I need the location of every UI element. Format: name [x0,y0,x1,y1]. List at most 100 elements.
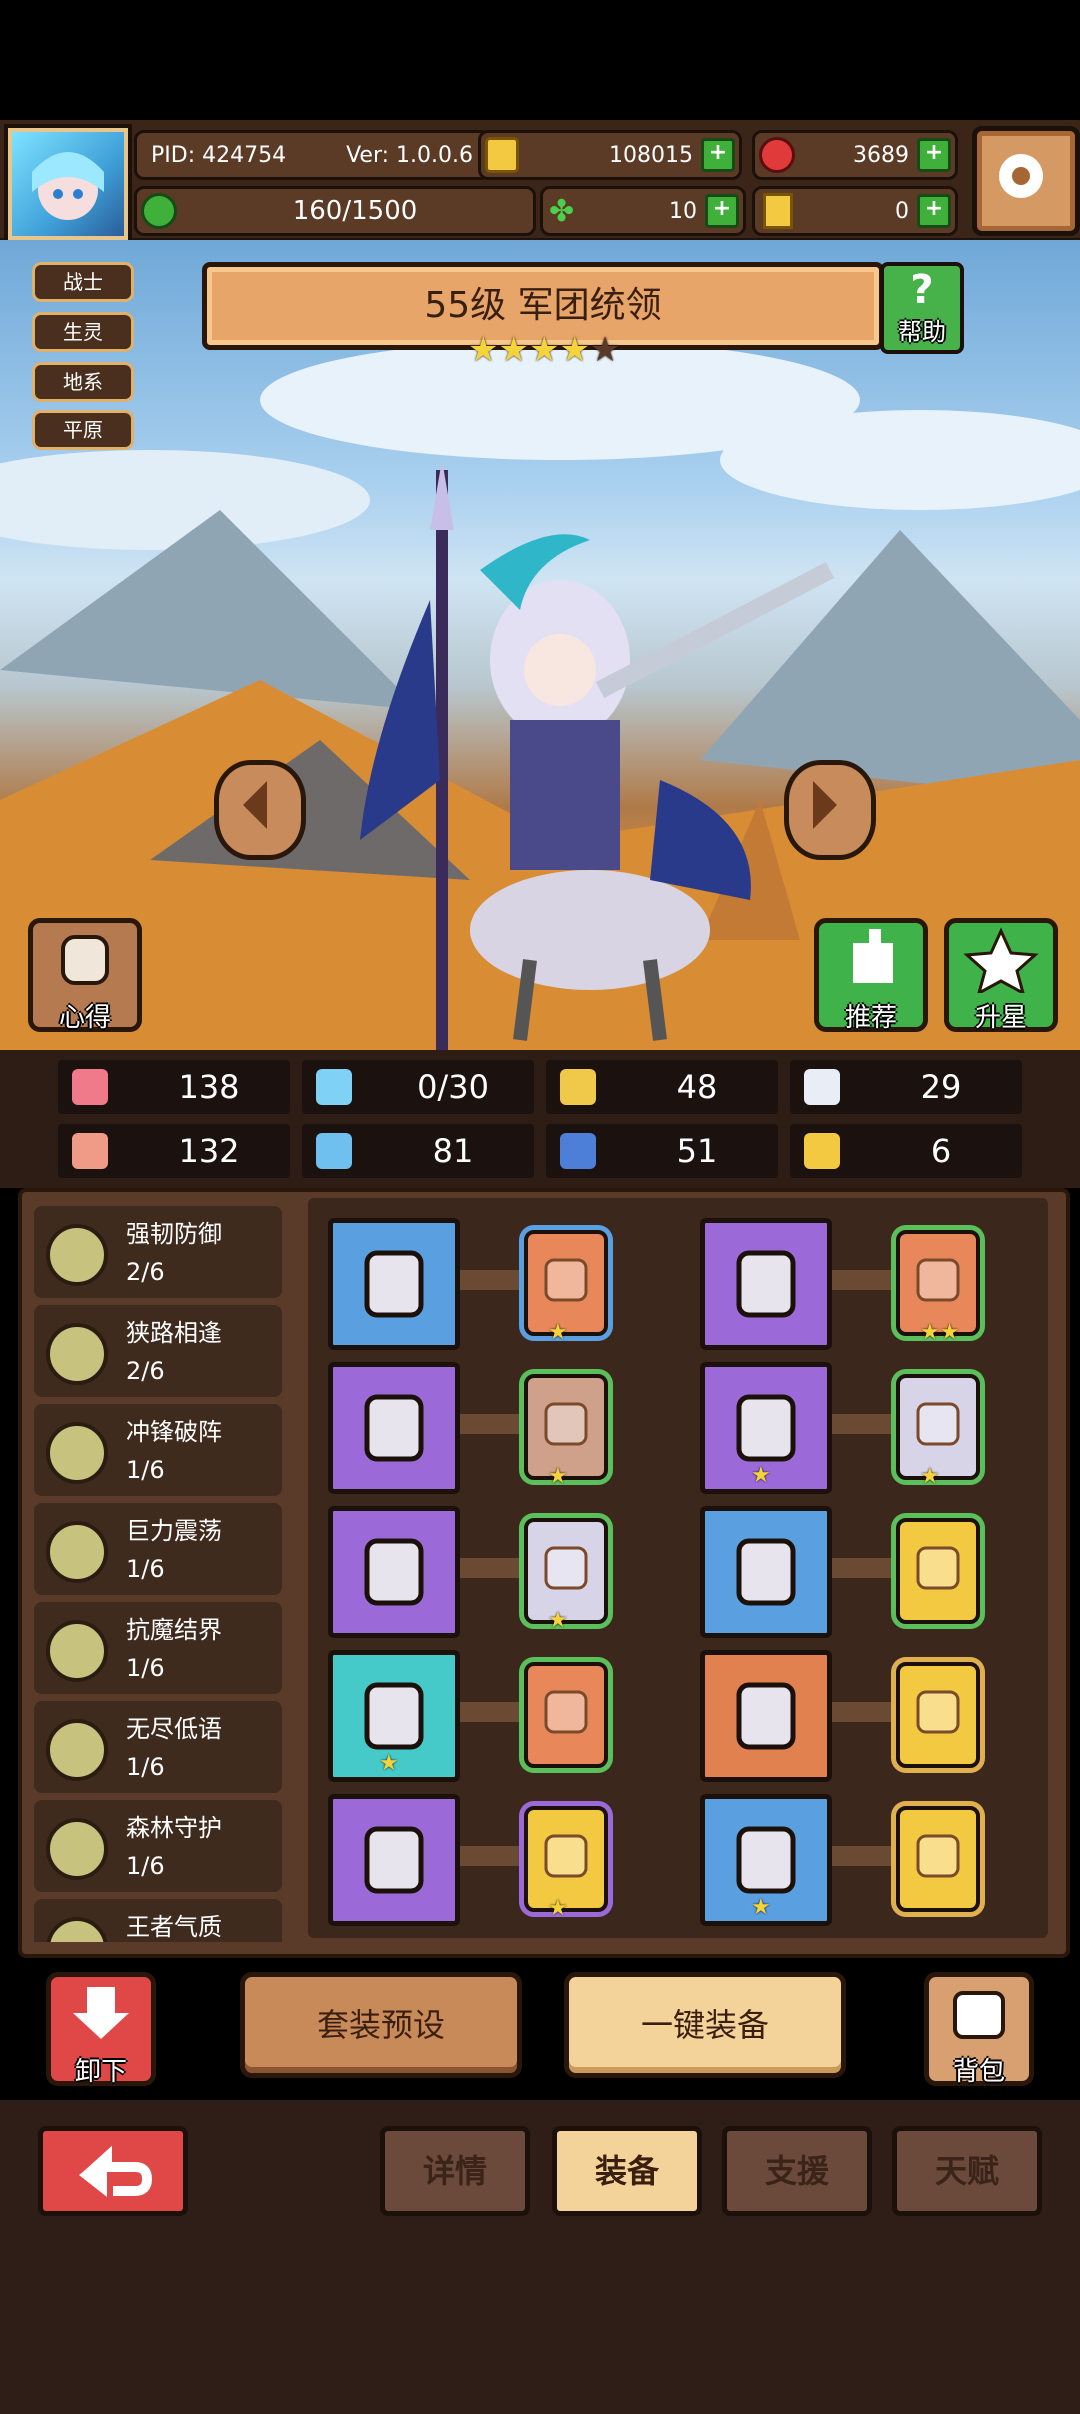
arrow-down-icon [73,1987,129,2039]
set-name: 王者气质 [126,1913,222,1941]
upgrade-star-button[interactable]: 升星 [944,918,1058,1033]
set-bonus-item[interactable]: 冲锋破阵 1/6 [34,1404,282,1496]
unequip-button[interactable]: 卸下 [46,1972,156,2087]
slot-connector [832,1558,904,1578]
equipment-slot[interactable] [700,1218,832,1350]
water-drop-icon [316,1069,352,1105]
equipment-slot[interactable]: ★ [700,1362,832,1494]
stat-value: 138 [178,1068,240,1106]
set-bonus-item[interactable]: 巨力震荡 1/6 [34,1503,282,1595]
preset-button[interactable]: 套装预设 [240,1972,522,2078]
set-bonus-list[interactable]: 强韧防御 2/6 狭路相逢 2/6 冲锋破阵 1/6 巨力震荡 1/6 抗魔结界 1/6 无尽低语 1… [34,1206,296,1942]
stat-value: 48 [676,1068,718,1106]
recommend-label: 推荐 [844,1003,897,1033]
gold-counter: 108015 + [478,130,742,180]
sword-icon [364,1250,424,1318]
hero-empty-star: ★ [589,330,621,370]
stat-scroll: 51 [546,1124,778,1178]
equipment-slot[interactable] [328,1506,460,1638]
next-hero-arrow[interactable] [784,760,876,860]
recommend-button[interactable]: 推荐 [814,918,928,1033]
set-bonus-item[interactable]: 强韧防御 2/6 [34,1206,282,1298]
set-emblem-icon [46,1422,108,1484]
set-bonus-item[interactable]: 森林守护 1/6 [34,1800,282,1892]
back-button[interactable] [38,2126,188,2216]
rune-card-slot[interactable] [896,1518,980,1624]
item-stars: ★ [751,1463,771,1488]
rune-card-slot[interactable]: ★★ [896,1230,980,1345]
hero-star-rating: ★★★★★ [468,330,620,370]
help-button[interactable]: ? 帮助 [880,262,964,354]
set-emblem-icon [46,1323,108,1385]
rune-card-slot[interactable]: ★ [524,1230,608,1345]
equipment-slot[interactable] [328,1794,460,1926]
rune-card-slot[interactable]: ★ [524,1374,608,1489]
rune-card-slot[interactable]: ★ [524,1806,608,1921]
set-bonus-item[interactable]: 狭路相逢 2/6 [34,1305,282,1397]
set-emblem-icon [46,1917,108,1942]
equipment-slot[interactable]: ★ [328,1650,460,1782]
equipment-slot[interactable] [700,1650,832,1782]
bag-button[interactable]: 背包 [924,1972,1034,2087]
rune-card-slot[interactable] [896,1806,980,1912]
clover-icon: ✤ [549,193,575,229]
stat-value: 29 [920,1068,962,1106]
equipment-slot[interactable]: ★ [700,1794,832,1926]
backpack-icon [953,1991,1005,2039]
clover-value: 10 [669,198,697,224]
set-bonus-item[interactable]: 无尽低语 1/6 [34,1701,282,1793]
rune-card-slot[interactable]: ★ [896,1374,980,1489]
bag-label: 背包 [952,2057,1005,2087]
tag-terrain: 平原 [32,410,134,450]
slot-connector [460,1558,532,1578]
stat-heart: 138 [58,1060,290,1114]
prev-hero-arrow[interactable] [214,760,306,860]
tab-details[interactable]: 详情 [380,2126,530,2216]
key-value: 0 [895,198,909,224]
add-clover-button[interactable]: + [705,194,739,228]
tab-support[interactable]: 支援 [722,2126,872,2216]
settings-button[interactable] [972,126,1080,236]
rune-card-slot[interactable] [896,1662,980,1768]
equipment-slot[interactable] [700,1506,832,1638]
set-bonus-item[interactable]: 抗魔结界 1/6 [34,1602,282,1694]
player-avatar[interactable] [8,128,128,240]
notes-button[interactable]: 心得 [28,918,142,1033]
equipment-slot[interactable] [328,1362,460,1494]
add-gem-button[interactable]: + [917,138,951,172]
rune-stars: ★ [548,1608,568,1633]
rune-emblem-icon [544,1690,588,1734]
chevron-left-icon [243,781,267,829]
add-key-button[interactable]: + [917,194,951,228]
stamina-bar: 160/1500 [134,186,536,236]
equipment-slot[interactable] [328,1218,460,1350]
set-emblem-icon [46,1521,108,1583]
pid-label: PID: 424754 [151,142,287,168]
crown-icon [736,1682,796,1750]
set-emblem-icon [46,1818,108,1880]
dark-helm-icon [364,1826,424,1894]
key-counter: 0 + [752,186,958,236]
equip-all-button[interactable]: 一键装备 [564,1972,846,2078]
set-bonus-item[interactable]: 王者气质 [34,1899,282,1942]
tab-talent[interactable]: 天赋 [892,2126,1042,2216]
slot-connector [460,1846,532,1866]
thumbs-up-icon [853,929,893,983]
gem-value: 3689 [853,142,909,168]
set-progress: 1/6 [126,1456,165,1484]
rune-stars: ★ [548,1464,568,1489]
red-gem-icon [759,137,795,173]
slot-connector [460,1270,532,1290]
tab-equipment[interactable]: 装备 [552,2126,702,2216]
slot-connector [460,1702,532,1722]
unequip-label: 卸下 [74,2057,127,2087]
slot-connector [832,1846,904,1866]
add-gold-button[interactable]: + [701,138,735,172]
rune-emblem-icon [916,1690,960,1734]
clover-counter: ✤ 10 + [540,186,746,236]
rune-card-slot[interactable]: ★ [524,1518,608,1633]
rune-card-slot[interactable] [524,1662,608,1768]
equipment-grid: ★ ★★ ★ ★ ★ ★ ★ ★ ★ [308,1198,1048,1938]
helmet-notes-icon [61,935,109,985]
tag-class: 战士 [32,262,134,302]
